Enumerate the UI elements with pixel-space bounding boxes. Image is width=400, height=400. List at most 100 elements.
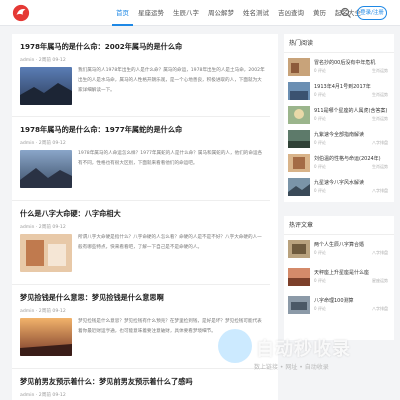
comment-count: 0 评论 — [314, 68, 326, 73]
comment-count: 0 评论 — [314, 188, 326, 193]
sidebar-thumbnail — [288, 178, 310, 196]
sidebar-thumbnail — [288, 154, 310, 172]
latest-comments-panel: 热评文章 两个人生辰八字算合婚 0 评论 八字排盘 天秤座上升星座是什么座 0 … — [284, 216, 394, 340]
date: 2周前 — [38, 141, 51, 146]
comment-count: 0 评论 — [314, 278, 326, 283]
category: 八字排盘 — [372, 188, 388, 193]
category: 星座运势 — [372, 278, 388, 283]
article-excerpt: 1978年属马的人命运怎么样？1977年属蛇的人是什么命？属马和属蛇的人，他们的… — [78, 151, 263, 166]
category: 八字排盘 — [372, 306, 388, 311]
category: 八字排盘 — [372, 250, 388, 255]
sidebar-thumbnail — [288, 106, 310, 124]
sidebar-thumbnail — [288, 240, 310, 258]
search-icon[interactable] — [340, 7, 352, 19]
comment-count: 0 评论 — [314, 116, 326, 121]
article-list: 1978年属马的是什么命：2002年属马的是什么命 admin · 2周前 09… — [12, 34, 278, 400]
author: admin — [20, 225, 35, 230]
panel-title: 热门阅读 — [289, 40, 314, 47]
article-item: 1978年属马的是什么命：1977年属蛇的是什么命 admin · 2周前 09… — [20, 125, 270, 188]
main-nav: 首页 星座运势 生辰八字 周公解梦 姓名测试 吉凶查询 黄历 起名大全 — [112, 0, 366, 26]
sidebar-item-title: 八字命理100测算 — [314, 298, 354, 304]
comment-count: 0 评论 — [314, 164, 326, 169]
article-meta: admin · 2周前 09-12 — [20, 309, 66, 314]
sidebar-thumbnail — [288, 58, 310, 76]
sidebar-item[interactable]: 九星速今八字风水解读 0 评论 八字排盘 — [288, 178, 390, 198]
site-logo[interactable] — [12, 4, 30, 22]
login-button[interactable]: 登录/注册 — [357, 6, 387, 20]
panel-title: 热评文章 — [289, 222, 314, 229]
article-thumbnail[interactable] — [20, 234, 72, 272]
nav-bazi[interactable]: 生辰八字 — [169, 0, 203, 26]
top-navbar: 首页 星座运势 生辰八字 周公解梦 姓名测试 吉凶查询 黄历 起名大全 登录/注… — [0, 0, 400, 26]
article-title[interactable]: 1978年属马的是什么命：1977年属蛇的是什么命 — [20, 125, 270, 135]
divider — [12, 368, 270, 369]
sidebar-item-title: 九星速今八字风水解读 — [314, 180, 365, 186]
category: 生肖运势 — [372, 116, 388, 121]
article-meta: admin · 2周前 09-12 — [20, 393, 66, 398]
article-title[interactable]: 梦见捡钱是什么意思：梦见捡钱是什么意思啊 — [20, 293, 270, 303]
category: 生肖运势 — [372, 68, 388, 73]
article-title[interactable]: 1978年属马的是什么命：2002年属马的是什么命 — [20, 42, 270, 52]
comment-count: 0 评论 — [314, 92, 326, 97]
article-meta: admin · 2周前 09-12 — [20, 58, 66, 63]
author: admin — [20, 393, 35, 398]
sidebar-thumbnail — [288, 296, 310, 314]
sidebar-thumbnail — [288, 268, 310, 286]
sidebar-item[interactable]: 九紫速今全部指南解读 0 评论 八字排盘 — [288, 130, 390, 150]
nav-fortune[interactable]: 吉凶查询 — [274, 0, 308, 26]
article-thumbnail[interactable] — [20, 67, 72, 105]
divider — [12, 116, 270, 117]
views: 09-12 — [52, 393, 66, 398]
views: 09-12 — [52, 141, 66, 146]
sidebar-item[interactable]: 两个人生辰八字算合婚 0 评论 八字排盘 — [288, 240, 390, 260]
category: 生肖运势 — [372, 164, 388, 169]
sidebar-thumbnail — [288, 82, 310, 100]
article-item: 1978年属马的是什么命：2002年属马的是什么命 admin · 2周前 09… — [20, 42, 270, 105]
article-item: 梦见前男友预示着什么：梦见前男友预示着什么了感吗 admin · 2周前 09-… — [20, 377, 270, 398]
sidebar-item[interactable]: 冒名抄的00后没有中年危机 0 评论 生肖运势 — [288, 58, 390, 78]
divider — [284, 52, 394, 53]
divider — [12, 284, 270, 285]
author: admin — [20, 309, 35, 314]
sidebar-item[interactable]: 911是哪个星座的人属虎(含答案) 0 评论 生肖运势 — [288, 106, 390, 126]
nav-dream[interactable]: 周公解梦 — [204, 0, 238, 26]
nav-name-test[interactable]: 姓名测试 — [239, 0, 273, 26]
views: 09-12 — [52, 309, 66, 314]
nav-horoscope[interactable]: 星座运势 — [134, 0, 168, 26]
author: admin — [20, 141, 35, 146]
article-title[interactable]: 什么是八字大命硬：八字命相大 — [20, 209, 270, 219]
article-item: 什么是八字大命硬：八字命相大 admin · 2周前 09-12 所谓八字大命硬… — [20, 209, 270, 272]
comment-count: 0 评论 — [314, 250, 326, 255]
views: 09-12 — [52, 58, 66, 63]
article-thumbnail[interactable] — [20, 318, 72, 356]
divider — [284, 234, 394, 235]
date: 2周前 — [38, 225, 51, 230]
article-title[interactable]: 梦见前男友预示着什么：梦见前男友预示着什么了感吗 — [20, 377, 270, 387]
sidebar-item[interactable]: 刘伯温的性格与命运(2024年) 0 评论 生肖运势 — [288, 154, 390, 174]
sidebar-item[interactable]: 八字命理100测算 0 评论 八字排盘 — [288, 296, 390, 316]
article-excerpt: 我们属马的人1978年出生的人是什么命？属马的命运，1978年出生的人是土马命，… — [78, 68, 265, 93]
article-excerpt: 所谓八字大命硬是指什么？八字命硬的人怎么看？命硬的人是不是不好？八字大命硬的人一… — [78, 235, 262, 250]
date: 2周前 — [38, 309, 51, 314]
divider — [12, 200, 270, 201]
sidebar-item[interactable]: 天秤座上升星座是什么座 0 评论 星座运势 — [288, 268, 390, 288]
article-excerpt: 梦见捡钱是什么意思？梦见捡钱有什么预兆？在梦里捡到钱，是好是坏？梦见捡钱可能代表… — [78, 319, 262, 334]
sidebar-item-title: 刘伯温的性格与命运(2024年) — [314, 156, 381, 162]
sidebar-item-title: 1913年4月1号到2017年 — [314, 84, 371, 90]
article-thumbnail[interactable] — [20, 150, 72, 188]
author: admin — [20, 58, 35, 63]
sidebar-item[interactable]: 1913年4月1号到2017年 0 评论 生肖运势 — [288, 82, 390, 102]
date: 2周前 — [38, 58, 51, 63]
nav-home[interactable]: 首页 — [112, 0, 133, 26]
nav-almanac[interactable]: 黄历 — [309, 0, 330, 26]
sidebar-item-title: 九紫速今全部指南解读 — [314, 132, 365, 138]
article-meta: admin · 2周前 09-12 — [20, 225, 66, 230]
date: 2周前 — [38, 393, 51, 398]
category: 生肖运势 — [372, 92, 388, 97]
article-meta: admin · 2周前 09-12 — [20, 141, 66, 146]
comment-count: 0 评论 — [314, 140, 326, 145]
comment-count: 0 评论 — [314, 306, 326, 311]
sidebar-item-title: 911是哪个星座的人属虎(含答案) — [314, 108, 388, 114]
sidebar-thumbnail — [288, 130, 310, 148]
sidebar-item-title: 天秤座上升星座是什么座 — [314, 270, 370, 276]
